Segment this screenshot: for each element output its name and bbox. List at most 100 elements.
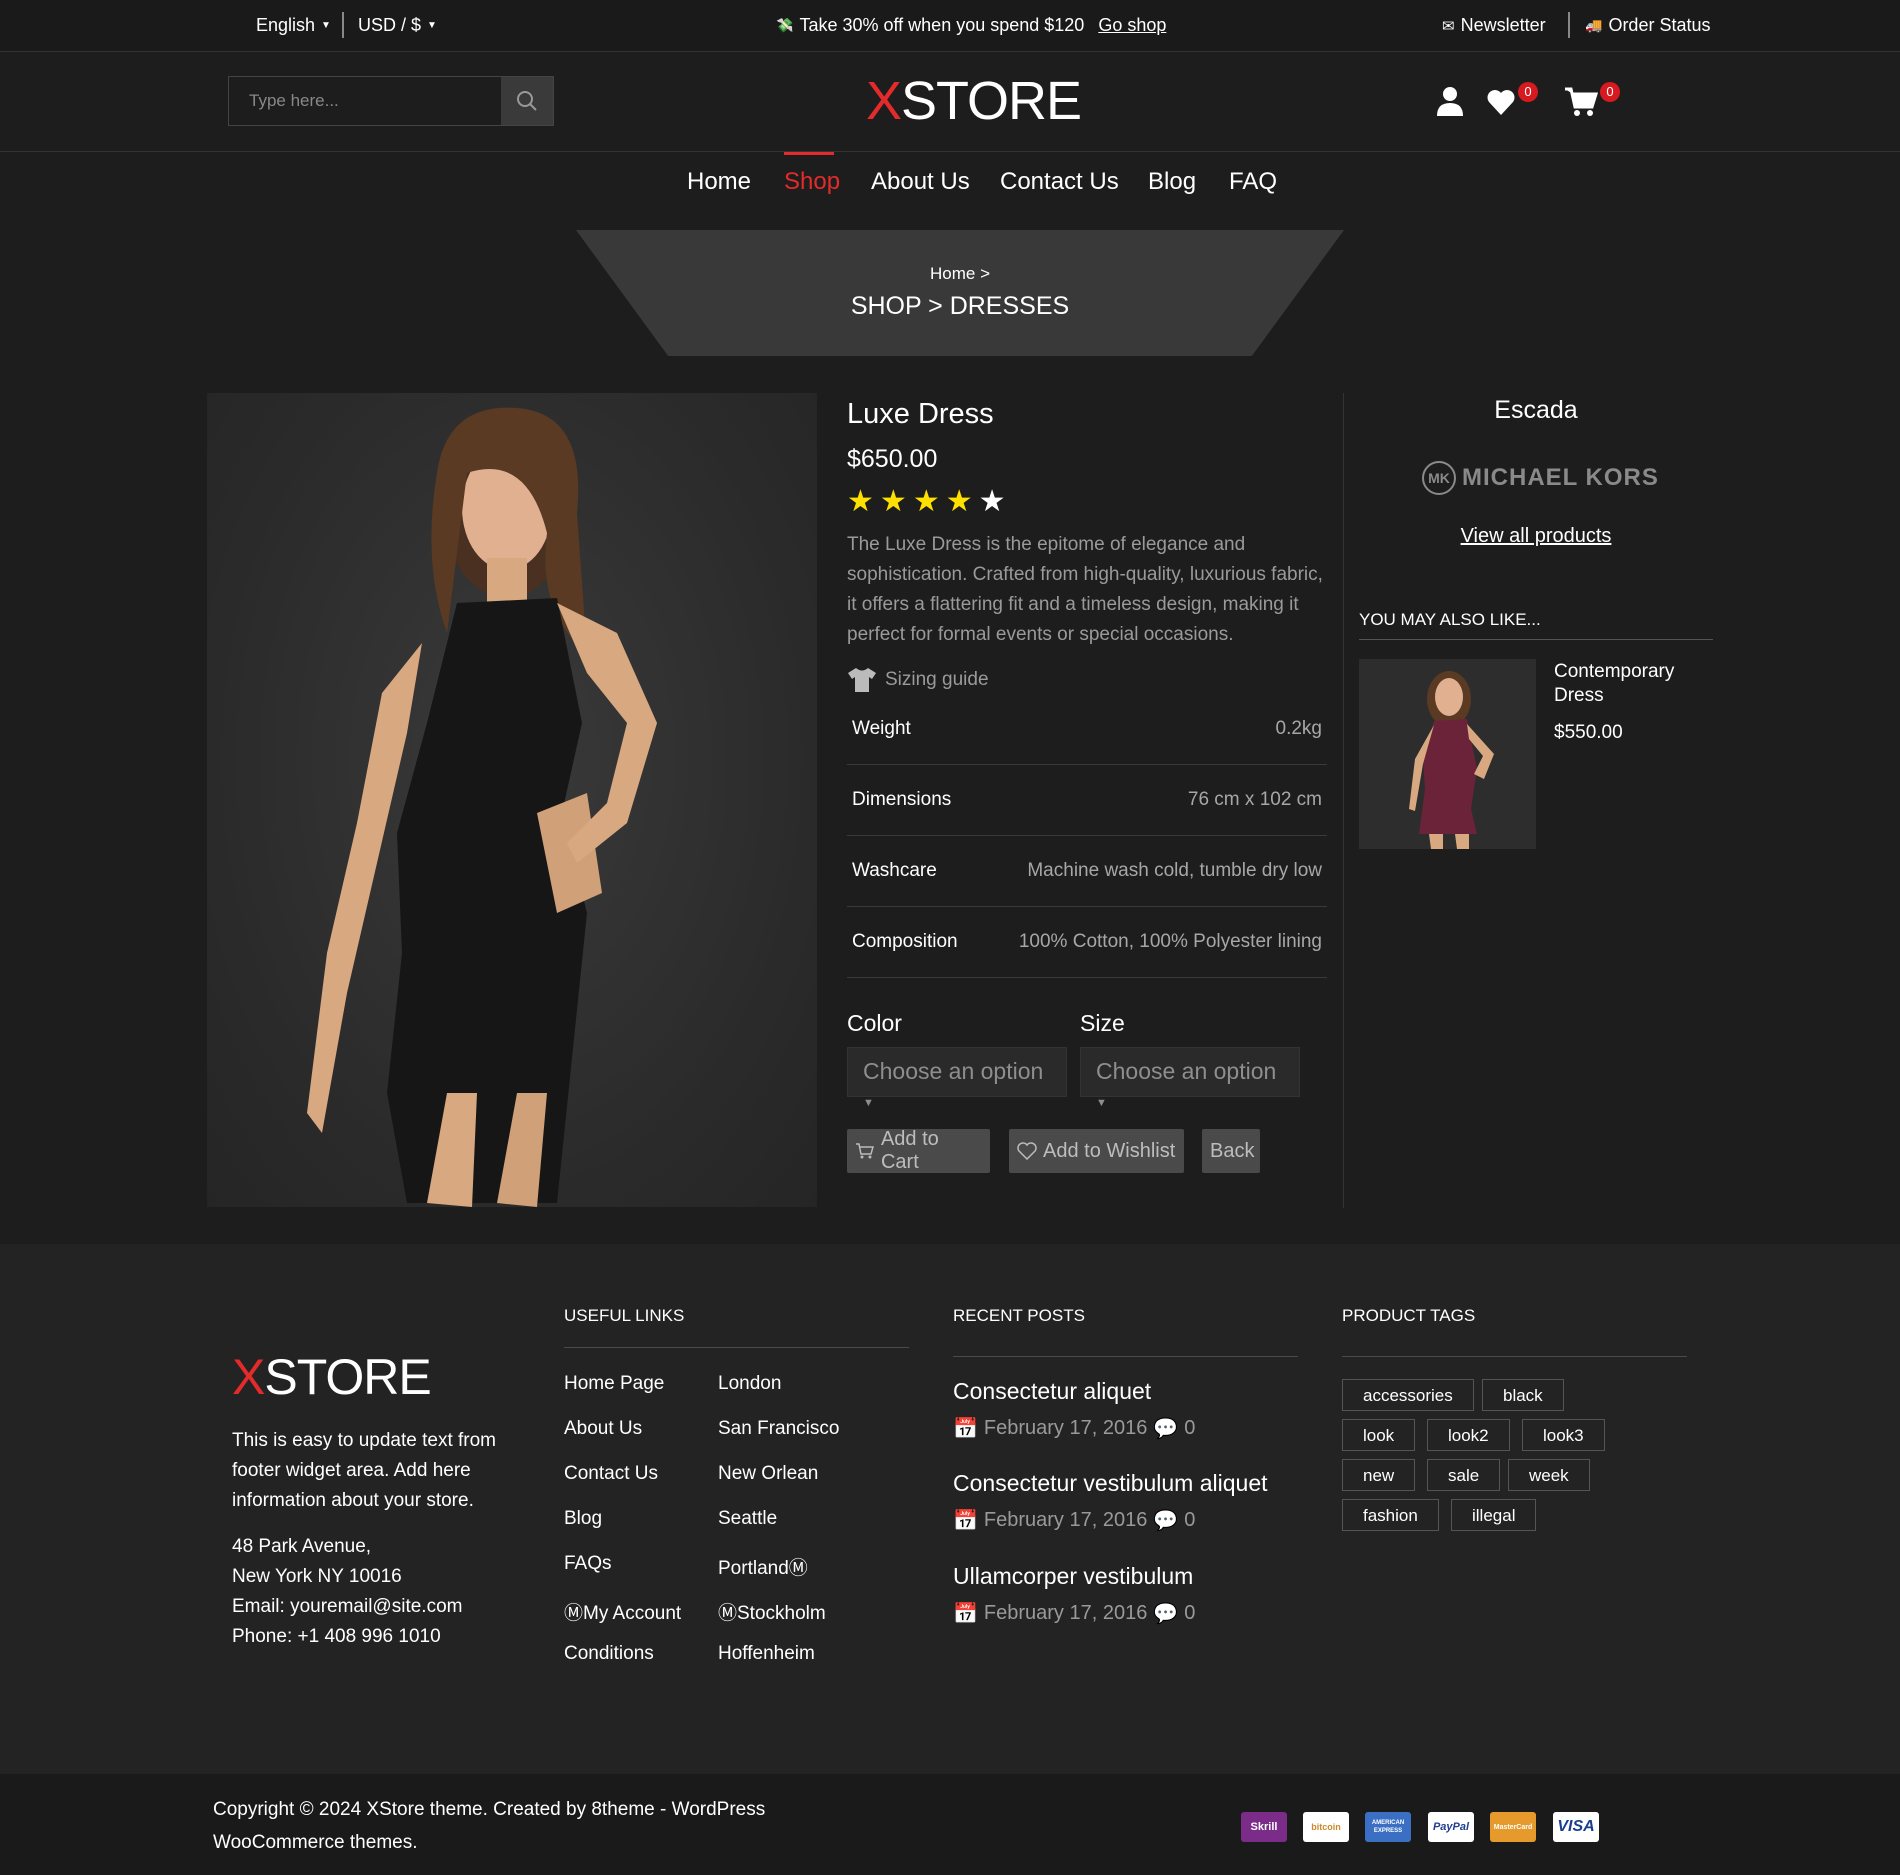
search-input[interactable]: Type here... bbox=[249, 91, 339, 111]
comment-icon: 💬 bbox=[1153, 1603, 1179, 1625]
order-status-link[interactable]: 🚚 Order Status bbox=[1585, 15, 1710, 36]
add-to-wishlist-label: Add to Wishlist bbox=[1043, 1139, 1176, 1162]
nav-home[interactable]: Home bbox=[687, 168, 751, 196]
rating-stars: ★ ★ ★ ★ ★ bbox=[847, 487, 1006, 517]
nav-about-us[interactable]: About Us bbox=[871, 168, 970, 196]
attribute-row: Washcare Machine wash cold, tumble dry l… bbox=[847, 836, 1327, 907]
account-button[interactable] bbox=[1436, 86, 1464, 121]
divider bbox=[564, 1347, 909, 1348]
nav-blog[interactable]: Blog bbox=[1148, 168, 1196, 196]
post-date: February 17, 2016 bbox=[983, 1602, 1148, 1624]
tag-look3[interactable]: look3 bbox=[1522, 1419, 1605, 1451]
related-product-name[interactable]: Contemporary Dress bbox=[1554, 660, 1704, 708]
cart-button[interactable]: 0 bbox=[1564, 82, 1620, 123]
newsletter-link[interactable]: ✉ Newsletter bbox=[1442, 15, 1546, 36]
footer-about-text: This is easy to update text from footer … bbox=[232, 1430, 497, 1511]
attribute-value: 76 cm x 102 cm bbox=[1187, 789, 1322, 810]
tag-week[interactable]: week bbox=[1508, 1459, 1590, 1491]
tag-look[interactable]: look bbox=[1342, 1419, 1416, 1451]
product-description: The Luxe Dress is the epitome of eleganc… bbox=[847, 534, 1323, 645]
heart-icon bbox=[1487, 90, 1515, 115]
add-to-cart-label: Add to Cart bbox=[880, 1128, 939, 1173]
tag-fashion[interactable]: fashion bbox=[1342, 1499, 1439, 1531]
footer-link[interactable]: London bbox=[718, 1373, 781, 1395]
nav-contact-us[interactable]: Contact Us bbox=[1000, 168, 1119, 196]
nav-shop[interactable]: Shop bbox=[784, 168, 840, 196]
footer-link[interactable]: Contact Us bbox=[564, 1463, 658, 1485]
footer-link[interactable]: About Us bbox=[564, 1418, 642, 1440]
sizing-guide-link[interactable]: Sizing guide bbox=[847, 667, 989, 693]
search-button[interactable] bbox=[501, 77, 553, 125]
footer-link[interactable]: Seattle bbox=[718, 1508, 777, 1530]
search-box: Type here... bbox=[228, 76, 554, 126]
footer-link[interactable]: Home Page bbox=[564, 1373, 664, 1395]
size-select[interactable]: Choose an option ▼ bbox=[1080, 1047, 1300, 1109]
also-like-title: YOU MAY ALSO LIKE... bbox=[1359, 610, 1541, 629]
attribute-key: Weight bbox=[852, 718, 911, 739]
tag-look2[interactable]: look2 bbox=[1427, 1419, 1510, 1451]
post-comments: 0 bbox=[1184, 1509, 1196, 1531]
promo-banner: 💸 Take 30% off when you spend $120 Go sh… bbox=[776, 15, 1166, 36]
paypal-icon: PayPal bbox=[1428, 1812, 1474, 1842]
footer-link[interactable]: New Orlean bbox=[718, 1463, 818, 1485]
sidebar-divider bbox=[1343, 393, 1344, 1208]
product-image[interactable] bbox=[207, 393, 817, 1207]
comment-icon: 💬 bbox=[1153, 1510, 1179, 1532]
footer-link[interactable]: Hoffenheim bbox=[718, 1643, 815, 1665]
footer-phone: Phone: +1 408 996 1010 bbox=[232, 1626, 441, 1647]
footer-link[interactable]: ⓂStockholm bbox=[718, 1598, 826, 1625]
footer-logo[interactable]: XSTORE bbox=[232, 1348, 432, 1406]
breadcrumb-home[interactable]: Home > bbox=[576, 264, 1344, 284]
logo-x: X bbox=[232, 1349, 265, 1405]
logo-text: STORE bbox=[901, 71, 1082, 131]
footer-link[interactable]: San Francisco bbox=[718, 1418, 839, 1440]
add-to-cart-button[interactable]: Add to Cart bbox=[847, 1128, 990, 1173]
tag-sale[interactable]: sale bbox=[1427, 1459, 1501, 1491]
useful-links-title: USEFUL LINKS bbox=[564, 1306, 685, 1325]
view-all-products-link[interactable]: View all products bbox=[1360, 525, 1712, 548]
post-title[interactable]: Consectetur vestibulum aliquet bbox=[953, 1470, 1268, 1497]
site-logo[interactable]: XSTORE bbox=[866, 70, 1082, 132]
nav-faq[interactable]: FAQ bbox=[1229, 168, 1277, 196]
tag-new[interactable]: new bbox=[1342, 1459, 1416, 1491]
newsletter-label: Newsletter bbox=[1460, 15, 1546, 35]
footer-link[interactable]: ⓂMy Account bbox=[564, 1598, 681, 1625]
back-button[interactable]: Back bbox=[1202, 1129, 1260, 1173]
tag-illegal[interactable]: illegal bbox=[1451, 1499, 1537, 1531]
search-icon bbox=[517, 91, 537, 111]
tag-accessories[interactable]: accessories bbox=[1342, 1379, 1474, 1411]
star-icon: ★ bbox=[912, 485, 940, 518]
brand-logo[interactable]: MK MICHAEL KORS bbox=[1422, 461, 1659, 495]
comment-icon: 💬 bbox=[1153, 1418, 1179, 1440]
footer-link[interactable]: Conditions bbox=[564, 1643, 654, 1665]
heart-icon bbox=[1017, 1142, 1037, 1160]
attribute-value: Machine wash cold, tumble dry low bbox=[1027, 860, 1322, 881]
bitcoin-icon: bitcoin bbox=[1303, 1812, 1349, 1842]
footer-link[interactable]: PortlandⓂ bbox=[718, 1553, 808, 1580]
product-title: Luxe Dress bbox=[847, 398, 994, 430]
header: Type here... XSTORE 0 0 bbox=[0, 52, 1900, 152]
divider bbox=[1568, 12, 1570, 38]
chevron-down-icon: ▼ bbox=[427, 20, 437, 31]
add-to-wishlist-button[interactable]: Add to Wishlist bbox=[1009, 1129, 1184, 1173]
footer-address-2: New York NY 10016 bbox=[232, 1566, 402, 1587]
envelope-icon: ✉ bbox=[1442, 17, 1455, 35]
language-selector[interactable]: English ▼ bbox=[256, 15, 331, 36]
related-product-image[interactable] bbox=[1359, 659, 1536, 849]
attribute-row: Weight 0.2kg bbox=[847, 694, 1327, 765]
post-title[interactable]: Consectetur aliquet bbox=[953, 1378, 1151, 1405]
footer-link[interactable]: FAQs bbox=[564, 1553, 612, 1575]
promo-link[interactable]: Go shop bbox=[1098, 15, 1166, 36]
tag-black[interactable]: black bbox=[1482, 1379, 1564, 1411]
promo-text: Take 30% off when you spend $120 bbox=[799, 15, 1085, 35]
attribute-key: Washcare bbox=[852, 860, 937, 881]
post-title[interactable]: Ullamcorper vestibulum bbox=[953, 1563, 1193, 1590]
divider bbox=[953, 1356, 1298, 1357]
currency-selector[interactable]: USD / $ ▼ bbox=[358, 15, 437, 36]
brand-name: Escada bbox=[1494, 396, 1578, 424]
footer-link[interactable]: Blog bbox=[564, 1508, 602, 1530]
sizing-guide-label: Sizing guide bbox=[885, 669, 989, 690]
color-select[interactable]: Choose an option ▼ bbox=[847, 1047, 1067, 1109]
amex-icon: AMERICAN EXPRESS bbox=[1365, 1812, 1411, 1842]
wishlist-button[interactable]: 0 bbox=[1486, 82, 1538, 121]
